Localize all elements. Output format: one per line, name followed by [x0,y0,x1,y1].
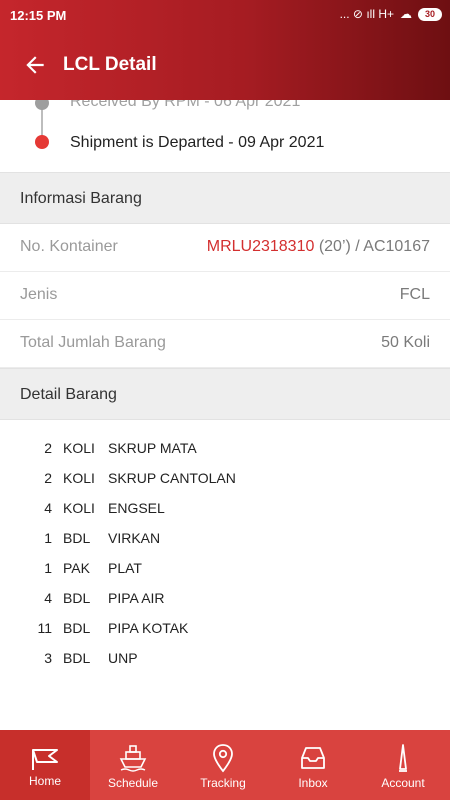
section-header-detail-barang: Detail Barang [0,368,450,420]
list-item: 4 BDL PIPA AIR [0,590,450,612]
info-row-total: Total Jumlah Barang 50 Koli [0,320,450,368]
section-title: Detail Barang [20,386,117,403]
list-item: 1 PAK PLAT [0,560,450,582]
item-qty: 4 [44,590,52,606]
nav-item-schedule[interactable]: Schedule [88,730,178,800]
container-size-code: (20’) / AC10167 [314,238,430,255]
info-label: No. Kontainer [20,238,118,255]
info-value: FCL [399,286,430,303]
section-header-informasi-barang: Informasi Barang [0,172,450,224]
nav-label: Account [381,776,425,790]
back-arrow-icon[interactable] [22,52,48,78]
list-item: 4 KOLI ENGSEL [0,500,450,522]
nav-item-account[interactable]: Account [358,730,448,800]
flag-icon [32,749,58,770]
page-title: LCL Detail [63,54,157,75]
list-item: 1 BDL VIRKAN [0,530,450,552]
item-name: PIPA AIR [108,590,165,606]
bottom-navigation: Home Schedule Tracking Inbox Account [0,730,450,800]
item-unit: KOLI [63,440,95,456]
status-time: 12:15 PM [10,8,67,23]
list-item: 3 BDL UNP [0,650,450,672]
nav-label: Schedule [107,776,159,790]
section-title: Informasi Barang [20,190,142,207]
nav-item-home[interactable]: Home [0,730,90,800]
nav-label: Tracking [200,776,246,790]
item-name: SKRUP MATA [108,440,197,456]
item-name: UNP [108,650,138,666]
ship-icon [119,745,147,772]
app-bar: 12:15 PM ... ⊘ ıll H+ ☁ 30 LCL Detail [0,0,450,100]
item-qty: 11 [37,620,52,636]
container-number: MRLU2318310 [206,238,315,255]
item-unit: BDL [63,620,91,636]
item-qty: 4 [44,500,52,516]
list-item: 2 KOLI SKRUP CANTOLAN [0,470,450,492]
item-unit: KOLI [63,470,95,486]
item-qty: 2 [44,440,52,456]
location-pin-icon [213,744,233,773]
item-name: PLAT [108,560,142,576]
nav-item-tracking[interactable]: Tracking [178,730,268,800]
inbox-tray-icon [301,747,325,769]
timeline-event-departed: Shipment is Departed - 09 Apr 2021 [70,134,325,151]
item-qty: 1 [44,530,52,546]
item-unit: BDL [63,650,91,666]
timeline-dot-departed [35,135,49,149]
item-name: ENGSEL [108,500,165,516]
item-unit: BDL [63,530,91,546]
info-value: MRLU2318310 (20’) / AC10167 [207,238,430,256]
item-qty: 3 [44,650,52,666]
item-name: PIPA KOTAK [108,620,189,636]
item-unit: PAK [63,560,90,576]
status-icons: ... ⊘ ıll H+ ☁ 30 [340,7,442,21]
list-item: 11 BDL PIPA KOTAK [0,620,450,642]
item-qty: 2 [44,470,52,486]
list-item: 2 KOLI SKRUP MATA [0,440,450,462]
status-bar: 12:15 PM ... ⊘ ıll H+ ☁ 30 [0,0,450,30]
item-name: VIRKAN [108,530,161,546]
item-qty: 1 [44,560,52,576]
battery-icon: 30 [418,7,442,21]
info-label: Total Jumlah Barang [20,334,166,351]
info-row-jenis: Jenis FCL [0,272,450,320]
info-value: 50 Koli [381,334,430,351]
item-unit: KOLI [63,500,95,516]
item-unit: BDL [63,590,91,606]
signal-icons: ... ⊘ ıll H+ [339,7,394,21]
item-name: SKRUP CANTOLAN [108,470,236,486]
nav-label: Home [28,774,61,788]
shipment-timeline: Received By RPM - 06 Apr 2021 Shipment i… [0,100,450,172]
nav-item-inbox[interactable]: Inbox [268,730,358,800]
timeline-dot-received [35,100,49,110]
nav-label: Inbox [298,776,328,790]
cloud-icon: ☁ [400,7,412,21]
timeline-event-received: Received By RPM - 06 Apr 2021 [70,100,301,110]
info-row-container: No. Kontainer MRLU2318310 (20’) / AC1016… [0,224,450,272]
info-label: Jenis [20,286,58,303]
monument-icon [399,744,407,772]
